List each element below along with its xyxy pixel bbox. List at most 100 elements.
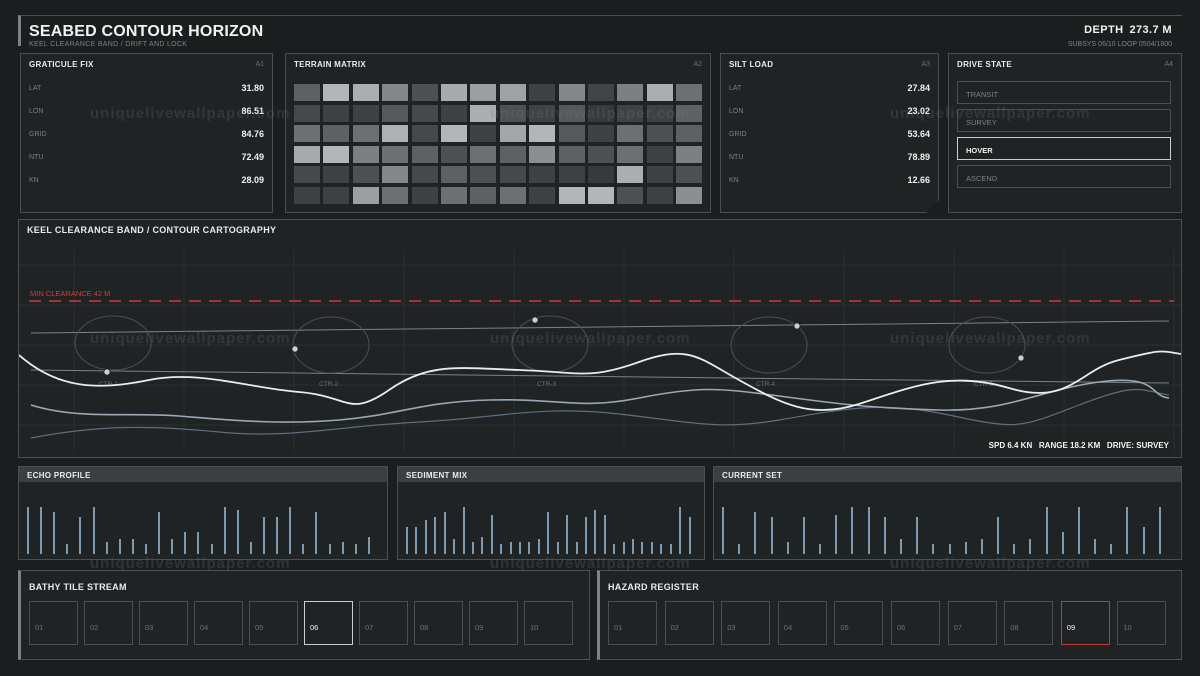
current-bar: [867, 507, 870, 554]
bathy-tile-06[interactable]: 06: [304, 601, 353, 645]
watermark: uniquelivewallpaper.com: [490, 330, 691, 347]
terrain-cell: [411, 166, 438, 184]
echo-bar: [158, 512, 161, 554]
echo-bar: [145, 544, 147, 554]
hazard-tile-03[interactable]: 03: [721, 601, 771, 645]
terrain-cell: [382, 104, 409, 122]
terrain-cell: [558, 187, 585, 204]
terrain-cell: [441, 145, 467, 163]
terrain-cell: [352, 84, 379, 101]
depth-label: DEPTH: [1084, 24, 1124, 36]
current-bar: [851, 507, 854, 554]
sediment-bar: [406, 527, 408, 554]
terrain-cell: [352, 125, 379, 143]
terrain-cell: [323, 125, 350, 143]
terrain-cell: [676, 187, 703, 204]
contour-marker-2[interactable]: [291, 345, 299, 353]
current-bar: [1142, 527, 1145, 554]
sediment-bar: [660, 544, 663, 554]
bathy-tile-02[interactable]: 02: [84, 601, 133, 645]
graticule-row: NTU 72.49: [29, 149, 264, 165]
contour-marker-3[interactable]: [531, 316, 539, 324]
terrain-cell: [588, 125, 614, 143]
drive-option-ascend[interactable]: ASCEND: [957, 165, 1171, 188]
current-bar: [997, 517, 1000, 554]
bathy-tile-04[interactable]: 04: [194, 601, 243, 645]
hazard-tile-09[interactable]: 09: [1060, 601, 1110, 645]
silt-key: GRID: [729, 130, 747, 138]
current-bar: [899, 539, 902, 554]
current-panel: CURRENT SET: [713, 466, 1182, 560]
terrain-cell: [323, 104, 350, 122]
silt-key: LAT: [729, 84, 742, 92]
terrain-cell: [323, 84, 350, 101]
terrain-cell: [411, 125, 438, 143]
echo-panel: ECHO PROFILE: [18, 466, 388, 560]
hazard-tile-02[interactable]: 02: [664, 601, 714, 645]
drive-option-transit[interactable]: TRANSIT: [957, 81, 1171, 104]
bathy-tile-08[interactable]: 08: [414, 601, 463, 645]
graticule-tag: A1: [255, 61, 264, 68]
hazard-tile-08[interactable]: 08: [1004, 601, 1054, 645]
sediment-bar: [641, 542, 644, 554]
current-bar: [1077, 507, 1080, 554]
terrain-cell: [558, 84, 585, 101]
terrain-cell: [646, 145, 673, 163]
terrain-cell: [499, 84, 526, 101]
terrain-cell: [294, 104, 320, 122]
watermark: uniquelivewallpaper.com: [90, 330, 291, 347]
bathy-tile-05[interactable]: 05: [249, 601, 298, 645]
contour-marker-5[interactable]: [1017, 354, 1025, 362]
silt-value: 12.66: [907, 175, 930, 185]
sediment-bar: [613, 544, 616, 554]
sediment-bar: [415, 527, 418, 554]
contour-marker-4[interactable]: [793, 322, 801, 330]
bathy-tile-03[interactable]: 03: [139, 601, 188, 645]
sediment-bar: [434, 517, 437, 554]
current-bar: [948, 544, 951, 554]
echo-bar: [315, 512, 318, 554]
echo-bar: [79, 517, 82, 554]
sediment-bar: [603, 515, 606, 554]
bathy-tile-01[interactable]: 01: [29, 601, 78, 645]
bathy-tile-10[interactable]: 10: [524, 601, 573, 645]
bathy-tile-09[interactable]: 09: [469, 601, 518, 645]
terrain-cell: [529, 84, 556, 101]
silt-panel: SILT LOAD A3 LAT 27.84 LON 23.02 GRID 53.64 NT…: [720, 53, 939, 213]
drive-option-hover[interactable]: HOVER: [957, 137, 1171, 160]
contour-label-4: CTR-4: [756, 381, 776, 388]
terrain-cell: [323, 187, 350, 204]
current-bar: [964, 542, 967, 554]
depth-value: 273.7 M: [1129, 24, 1172, 36]
echo-bar: [236, 510, 239, 554]
current-bar: [932, 544, 935, 554]
echo-bar: [223, 507, 226, 554]
sediment-bar: [537, 539, 540, 554]
terrain-cell: [382, 145, 409, 163]
bathy-tile-07[interactable]: 07: [359, 601, 408, 645]
sediment-bar: [632, 539, 635, 554]
terrain-cell: [323, 166, 350, 184]
terrain-cell: [617, 166, 644, 184]
hazard-tile-04[interactable]: 04: [777, 601, 827, 645]
current-bar: [786, 542, 789, 554]
hazard-tile-07[interactable]: 07: [947, 601, 997, 645]
terrain-cell: [558, 145, 585, 163]
hazard-title: HAZARD REGISTER: [608, 582, 700, 592]
terrain-cell: [676, 145, 703, 163]
terrain-cell: [529, 145, 556, 163]
terrain-cell: [411, 145, 438, 163]
sediment-bar: [594, 510, 597, 554]
sediment-bar: [481, 537, 484, 554]
contour-marker-1[interactable]: [103, 368, 111, 376]
terrain-cell: [676, 166, 703, 184]
silt-value: 27.84: [907, 83, 930, 93]
terrain-cell: [441, 84, 467, 101]
hazard-tile-06[interactable]: 06: [891, 601, 940, 645]
hazard-tile-05[interactable]: 05: [834, 601, 884, 645]
terrain-cell: [352, 104, 379, 122]
subsys-status: SUBSYS 06/10 LOOP 0504/1800: [1067, 41, 1172, 48]
hazard-tile-10[interactable]: 10: [1117, 601, 1167, 645]
hazard-tile-01[interactable]: 01: [608, 601, 657, 645]
terrain-cell: [323, 145, 350, 163]
